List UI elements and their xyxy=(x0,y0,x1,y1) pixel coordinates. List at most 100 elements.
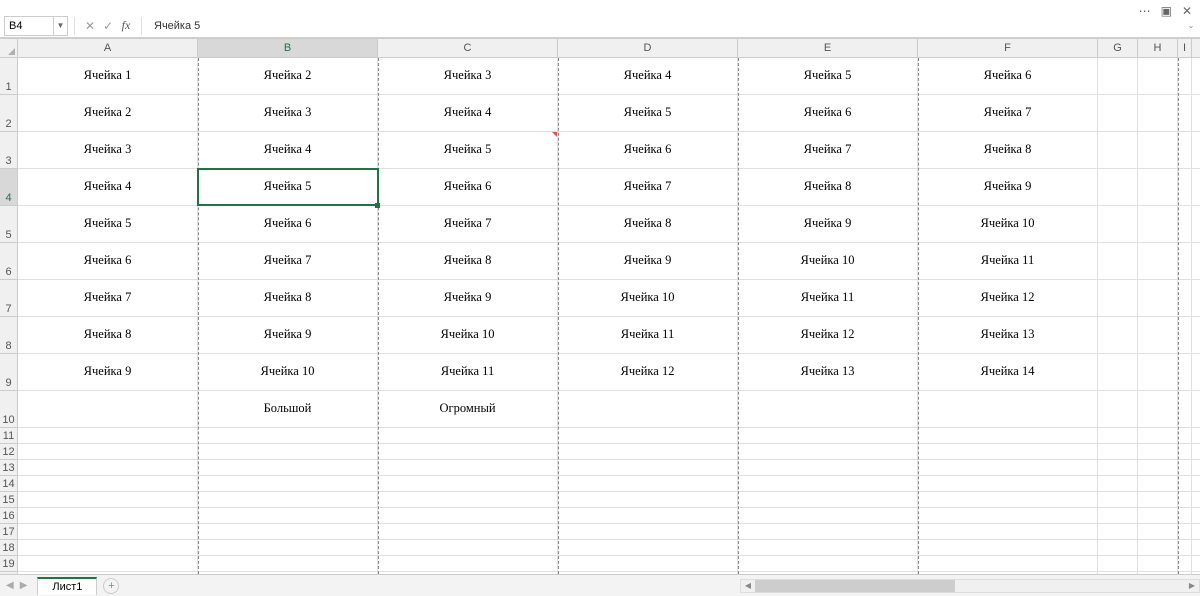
cell-F17[interactable] xyxy=(918,524,1098,539)
row-header-16[interactable]: 16 xyxy=(0,508,17,524)
column-header-I[interactable]: I xyxy=(1178,39,1192,57)
cell-G11[interactable] xyxy=(1098,428,1138,443)
cell-A13[interactable] xyxy=(18,460,198,475)
cell-I18[interactable] xyxy=(1178,540,1192,555)
cell-A9[interactable]: Ячейка 9 xyxy=(18,354,198,390)
cell-F11[interactable] xyxy=(918,428,1098,443)
cell-C12[interactable] xyxy=(378,444,558,459)
cell-F13[interactable] xyxy=(918,460,1098,475)
row-header-18[interactable]: 18 xyxy=(0,540,17,556)
cell-D5[interactable]: Ячейка 8 xyxy=(558,206,738,242)
row-header-8[interactable]: 8 xyxy=(0,317,17,354)
cell-F3[interactable]: Ячейка 8 xyxy=(918,132,1098,168)
cell-E12[interactable] xyxy=(738,444,918,459)
fx-button[interactable]: fx xyxy=(117,18,135,33)
cell-D3[interactable]: Ячейка 6 xyxy=(558,132,738,168)
cell-G9[interactable] xyxy=(1098,354,1138,390)
cell-C18[interactable] xyxy=(378,540,558,555)
cell-H5[interactable] xyxy=(1138,206,1178,242)
cell-E5[interactable]: Ячейка 9 xyxy=(738,206,918,242)
cancel-formula-button[interactable]: ✕ xyxy=(81,19,99,33)
column-header-E[interactable]: E xyxy=(738,39,918,57)
cell-B12[interactable] xyxy=(198,444,378,459)
cell-H12[interactable] xyxy=(1138,444,1178,459)
cell-E6[interactable]: Ячейка 10 xyxy=(738,243,918,279)
cell-F12[interactable] xyxy=(918,444,1098,459)
cell-B19[interactable] xyxy=(198,556,378,571)
cell-A12[interactable] xyxy=(18,444,198,459)
row-header-5[interactable]: 5 xyxy=(0,206,17,243)
cell-I17[interactable] xyxy=(1178,524,1192,539)
cell-C9[interactable]: Ячейка 11 xyxy=(378,354,558,390)
cell-G10[interactable] xyxy=(1098,391,1138,427)
cell-E17[interactable] xyxy=(738,524,918,539)
cell-I14[interactable] xyxy=(1178,476,1192,491)
cell-I16[interactable] xyxy=(1178,508,1192,523)
cell-D6[interactable]: Ячейка 9 xyxy=(558,243,738,279)
cell-A15[interactable] xyxy=(18,492,198,507)
cell-D16[interactable] xyxy=(558,508,738,523)
cell-I13[interactable] xyxy=(1178,460,1192,475)
cell-B4[interactable]: Ячейка 5 xyxy=(198,169,378,205)
add-sheet-button[interactable]: + xyxy=(103,578,119,594)
column-header-H[interactable]: H xyxy=(1138,39,1178,57)
cell-B11[interactable] xyxy=(198,428,378,443)
cell-I11[interactable] xyxy=(1178,428,1192,443)
cell-A18[interactable] xyxy=(18,540,198,555)
cell-G3[interactable] xyxy=(1098,132,1138,168)
cell-F8[interactable]: Ячейка 13 xyxy=(918,317,1098,353)
cell-C16[interactable] xyxy=(378,508,558,523)
cell-H4[interactable] xyxy=(1138,169,1178,205)
column-header-C[interactable]: C xyxy=(378,39,558,57)
cell-F18[interactable] xyxy=(918,540,1098,555)
cell-E8[interactable]: Ячейка 12 xyxy=(738,317,918,353)
row-header-2[interactable]: 2 xyxy=(0,95,17,132)
cell-E18[interactable] xyxy=(738,540,918,555)
cell-C5[interactable]: Ячейка 7 xyxy=(378,206,558,242)
horizontal-scrollbar[interactable]: ◀ ▶ xyxy=(740,579,1200,593)
cell-A2[interactable]: Ячейка 2 xyxy=(18,95,198,131)
cell-F5[interactable]: Ячейка 10 xyxy=(918,206,1098,242)
cell-H14[interactable] xyxy=(1138,476,1178,491)
cell-H8[interactable] xyxy=(1138,317,1178,353)
cell-B8[interactable]: Ячейка 9 xyxy=(198,317,378,353)
cell-E11[interactable] xyxy=(738,428,918,443)
cell-G13[interactable] xyxy=(1098,460,1138,475)
cell-C4[interactable]: Ячейка 6 xyxy=(378,169,558,205)
cell-H2[interactable] xyxy=(1138,95,1178,131)
cell-A10[interactable] xyxy=(18,391,198,427)
cell-H18[interactable] xyxy=(1138,540,1178,555)
sheet-tab[interactable]: Лист1 xyxy=(37,577,97,595)
row-header-7[interactable]: 7 xyxy=(0,280,17,317)
cell-A5[interactable]: Ячейка 5 xyxy=(18,206,198,242)
cell-G1[interactable] xyxy=(1098,58,1138,94)
cell-B15[interactable] xyxy=(198,492,378,507)
cell-I8[interactable] xyxy=(1178,317,1192,353)
cell-F14[interactable] xyxy=(918,476,1098,491)
cell-D15[interactable] xyxy=(558,492,738,507)
cell-B18[interactable] xyxy=(198,540,378,555)
cell-C14[interactable] xyxy=(378,476,558,491)
cell-G12[interactable] xyxy=(1098,444,1138,459)
cell-H1[interactable] xyxy=(1138,58,1178,94)
cell-I12[interactable] xyxy=(1178,444,1192,459)
cell-E1[interactable]: Ячейка 5 xyxy=(738,58,918,94)
cell-F1[interactable]: Ячейка 6 xyxy=(918,58,1098,94)
cell-E9[interactable]: Ячейка 13 xyxy=(738,354,918,390)
row-header-6[interactable]: 6 xyxy=(0,243,17,280)
cell-D14[interactable] xyxy=(558,476,738,491)
cell-C7[interactable]: Ячейка 9 xyxy=(378,280,558,316)
cell-D13[interactable] xyxy=(558,460,738,475)
cell-D17[interactable] xyxy=(558,524,738,539)
cell-E15[interactable] xyxy=(738,492,918,507)
cell-I1[interactable] xyxy=(1178,58,1192,94)
cell-E10[interactable] xyxy=(738,391,918,427)
cell-E7[interactable]: Ячейка 11 xyxy=(738,280,918,316)
comment-indicator-icon[interactable] xyxy=(552,132,557,137)
scroll-right-icon[interactable]: ▶ xyxy=(1185,581,1199,590)
row-header-14[interactable]: 14 xyxy=(0,476,17,492)
cell-A4[interactable]: Ячейка 4 xyxy=(18,169,198,205)
cell-G6[interactable] xyxy=(1098,243,1138,279)
cell-I19[interactable] xyxy=(1178,556,1192,571)
cell-D7[interactable]: Ячейка 10 xyxy=(558,280,738,316)
